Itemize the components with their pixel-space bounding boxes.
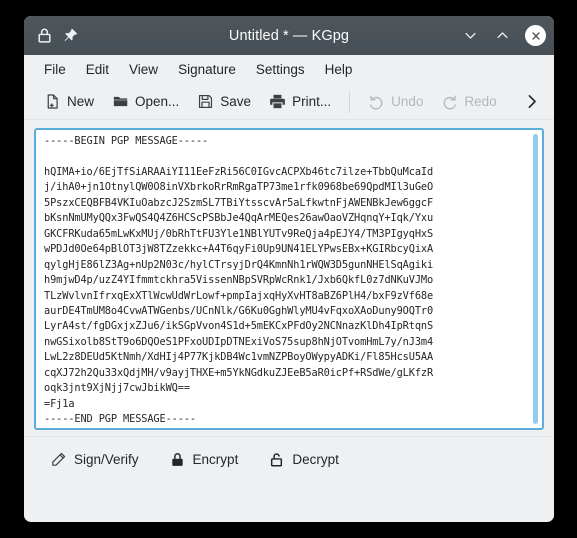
decrypt-button[interactable]: Decrypt: [256, 445, 351, 474]
pin-icon[interactable]: [62, 27, 79, 44]
menu-signature[interactable]: Signature: [168, 59, 246, 80]
lock-open-icon: [268, 451, 285, 468]
redo-button: Redo: [433, 89, 504, 114]
undo-arrow-icon: [368, 93, 385, 110]
floppy-disk-icon: [197, 93, 214, 110]
menu-help[interactable]: Help: [315, 59, 363, 80]
save-button[interactable]: Save: [189, 89, 259, 114]
print-label: Print...: [292, 94, 332, 109]
minimize-button[interactable]: [459, 25, 481, 47]
chevron-right-icon: [523, 93, 540, 110]
decrypt-label: Decrypt: [292, 452, 339, 467]
menubar: File Edit View Signature Settings Help: [24, 55, 554, 84]
undo-label: Undo: [391, 94, 424, 109]
maximize-button[interactable]: [491, 25, 513, 47]
desktop-background: Untitled * — KGpg File Edit View Signatu…: [0, 0, 577, 538]
folder-open-icon: [112, 93, 129, 110]
pgp-text-editor[interactable]: -----BEGIN PGP MESSAGE----- hQIMA+io/6Ej…: [34, 128, 544, 430]
toolbar-separator: [349, 90, 351, 113]
redo-arrow-icon: [441, 93, 458, 110]
action-bar: Sign/Verify Encrypt Decrypt: [24, 436, 554, 482]
menu-edit[interactable]: Edit: [76, 59, 119, 80]
undo-button: Undo: [360, 89, 431, 114]
titlebar-icons: [36, 27, 79, 44]
pencil-icon: [50, 451, 67, 468]
main-toolbar: New Open... Save Print... Undo Redo: [24, 84, 554, 120]
print-button[interactable]: Print...: [261, 89, 339, 114]
lock-icon: [36, 27, 53, 44]
new-document-icon: [44, 93, 61, 110]
menu-view[interactable]: View: [119, 59, 168, 80]
save-label: Save: [220, 94, 252, 109]
pgp-message-text[interactable]: -----BEGIN PGP MESSAGE----- hQIMA+io/6Ej…: [44, 134, 526, 428]
editor-area: -----BEGIN PGP MESSAGE----- hQIMA+io/6Ej…: [24, 120, 554, 436]
open-button[interactable]: Open...: [104, 89, 187, 114]
editor-vertical-scrollbar[interactable]: [533, 134, 538, 424]
sign-verify-label: Sign/Verify: [74, 452, 139, 467]
encrypt-button[interactable]: Encrypt: [157, 445, 251, 474]
scrollbar-thumb[interactable]: [533, 134, 538, 424]
status-bar: [24, 482, 554, 518]
sign-verify-button[interactable]: Sign/Verify: [38, 445, 151, 474]
printer-icon: [269, 93, 286, 110]
redo-label: Redo: [464, 94, 497, 109]
kgpg-window: Untitled * — KGpg File Edit View Signatu…: [24, 16, 554, 522]
menu-file[interactable]: File: [34, 59, 76, 80]
lock-closed-icon: [169, 451, 186, 468]
close-button[interactable]: [525, 25, 546, 46]
window-controls: [459, 25, 546, 47]
close-icon: [530, 30, 542, 42]
menu-settings[interactable]: Settings: [246, 59, 315, 80]
encrypt-label: Encrypt: [192, 452, 239, 467]
window-titlebar[interactable]: Untitled * — KGpg: [24, 16, 554, 55]
toolbar-overflow-button[interactable]: [517, 89, 546, 114]
new-label: New: [67, 94, 95, 109]
new-button[interactable]: New: [36, 89, 102, 114]
open-label: Open...: [135, 94, 180, 109]
